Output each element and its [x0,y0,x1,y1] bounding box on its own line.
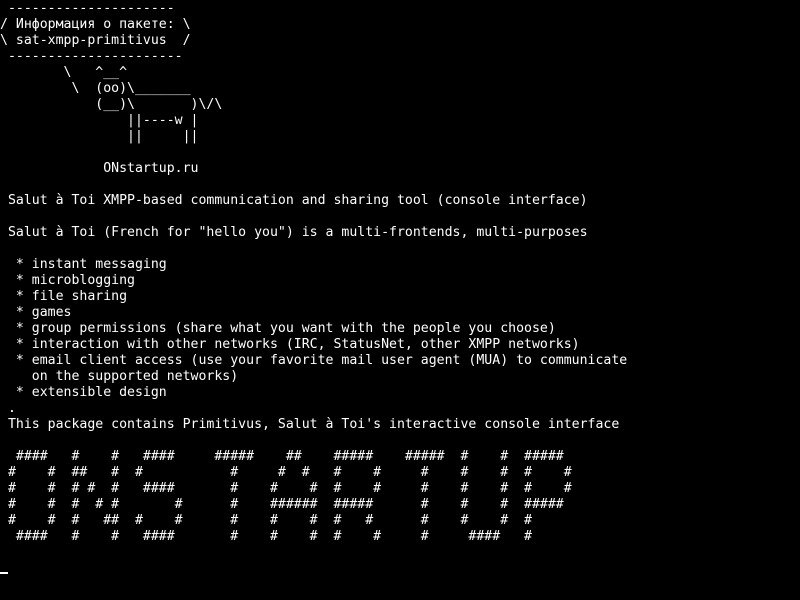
banner-package-name: \ sat-xmpp-primitivus / [0,33,191,48]
package-contents-note: This package contains Primitivus, Salut … [0,417,620,432]
ascii-banner-line: #### # # #### ##### ## ##### ##### # # #… [0,449,564,464]
banner-title: / Информация о пакете: \ [0,17,191,32]
cow-art-line: (__)\ )\/\ [0,97,223,112]
feature-list-item: * interaction with other networks (IRC, … [0,337,580,352]
banner-top-border: --------------------- [0,1,175,16]
ascii-banner-line: # # ## # # # # # # # # # # # # [0,465,572,480]
paragraph-separator: . [0,401,16,416]
cow-art-line: ||----w | [0,113,199,128]
ascii-banner-line: #### # # #### # # # # # # #### # [0,529,532,544]
feature-list-item: * group permissions (share what you want… [0,321,556,336]
cow-art-line: \ (oo)\_______ [0,81,191,96]
ascii-banner-line: # # # ## # # # # # # # # # # # [0,513,532,528]
feature-list-item: * games [0,305,72,320]
feature-list-item: * microblogging [0,273,135,288]
feature-list-item: * instant messaging [0,257,167,272]
ascii-banner-line: # # # # # #### # # # # # # # # # # [0,481,572,496]
ascii-banner-line: # # # # # # # ###### ##### # # # ##### [0,497,564,512]
banner-bottom-border: ---------------------- [0,49,183,64]
feature-list-item: * extensible design [0,385,167,400]
text-cursor [0,572,8,574]
package-description: Salut à Toi (French for "hello you") is … [0,225,588,240]
site-credit: ONstartup.ru [0,161,199,176]
terminal-screen: --------------------- / Информация о пак… [0,0,800,600]
cow-art-line: \ ^__^ [0,65,128,80]
feature-list-item: * email client access (use your favorite… [0,353,628,368]
cow-art-line: || || [0,129,199,144]
package-summary: Salut à Toi XMPP-based communication and… [0,193,588,208]
feature-list-item-cont: on the supported networks) [0,369,239,384]
feature-list-item: * file sharing [0,289,128,304]
